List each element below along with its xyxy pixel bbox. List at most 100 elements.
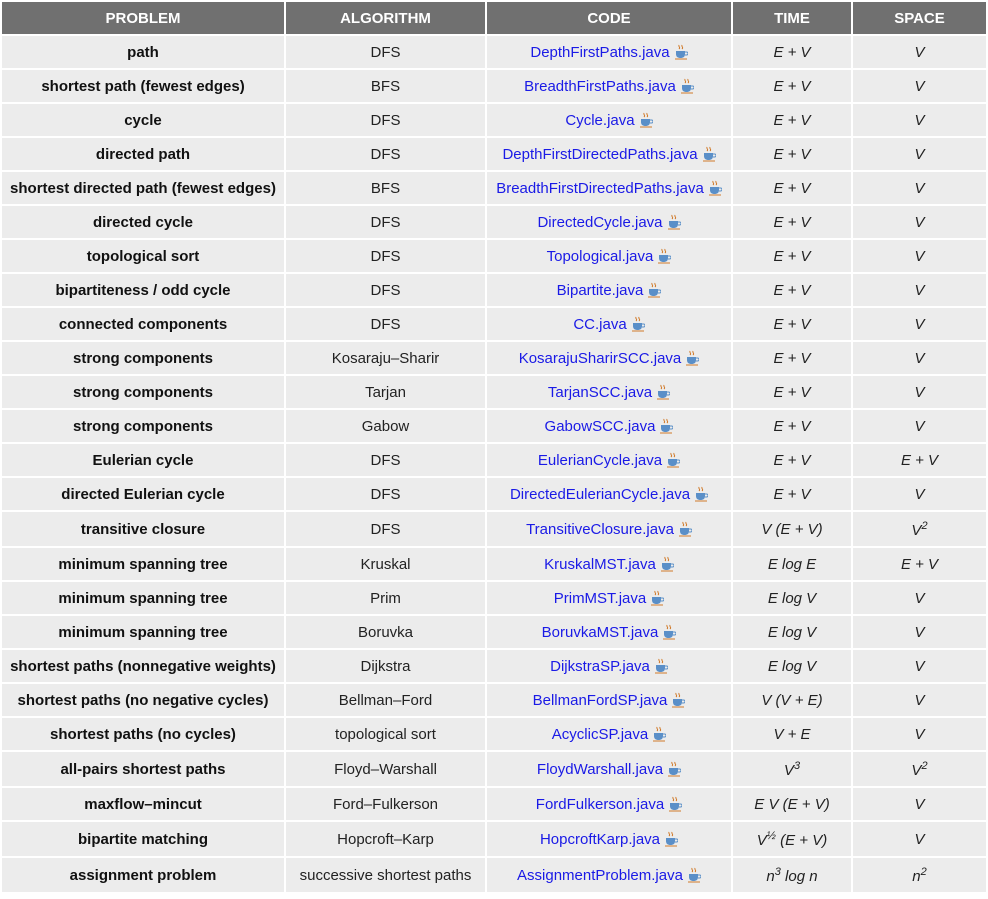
java-coffee-cup-icon[interactable]: [668, 796, 683, 812]
code-link[interactable]: FloydWarshall.java: [537, 761, 663, 778]
java-coffee-cup-icon[interactable]: [678, 521, 693, 537]
java-coffee-cup-icon[interactable]: [702, 146, 716, 162]
java-coffee-cup-icon[interactable]: [654, 658, 669, 674]
code-link[interactable]: BreadthFirstDirectedPaths.java: [496, 180, 704, 197]
space-value: V: [914, 145, 925, 163]
cell-problem: bipartiteness / odd cycle: [2, 274, 284, 306]
cell-problem: strong components: [2, 410, 284, 442]
cell-time: E + V: [733, 274, 851, 306]
java-coffee-cup-icon[interactable]: [650, 590, 665, 606]
java-coffee-cup-icon[interactable]: [639, 112, 654, 128]
java-coffee-cup-icon[interactable]: [631, 316, 646, 332]
code-link[interactable]: DepthFirstPaths.java: [530, 44, 669, 61]
java-coffee-cup-icon[interactable]: [671, 692, 686, 708]
java-coffee-cup-icon[interactable]: [694, 486, 709, 502]
java-coffee-cup-icon[interactable]: [657, 248, 672, 264]
space-value: V: [914, 830, 925, 848]
time-value: E + V: [773, 213, 811, 231]
code-link[interactable]: BoruvkaMST.java: [542, 624, 659, 641]
cell-time: V½ (E + V): [733, 822, 851, 856]
cell-time: E + V: [733, 308, 851, 340]
cell-algorithm: DFS: [286, 138, 485, 170]
code-link[interactable]: PrimMST.java: [554, 590, 647, 607]
code-link[interactable]: AssignmentProblem.java: [517, 867, 683, 884]
java-coffee-cup-icon[interactable]: [652, 726, 667, 742]
cell-time: E + V: [733, 444, 851, 476]
java-coffee-cup-icon[interactable]: [664, 831, 679, 847]
java-coffee-cup-icon[interactable]: [660, 556, 675, 572]
time-value: E log V: [767, 623, 817, 641]
java-coffee-cup-icon[interactable]: [662, 624, 677, 640]
time-rest: (E + V): [775, 831, 828, 849]
code-link[interactable]: KosarajuSharirSCC.java: [519, 350, 682, 367]
cell-code: DepthFirstDirectedPaths.java: [487, 138, 731, 170]
code-link[interactable]: Topological.java: [547, 248, 654, 265]
time-value: E + V: [773, 417, 811, 435]
java-coffee-cup-icon[interactable]: [667, 761, 682, 777]
java-coffee-cup-icon[interactable]: [667, 214, 681, 230]
java-coffee-cup-icon[interactable]: [659, 418, 674, 434]
cell-code: FordFulkerson.java: [487, 788, 731, 820]
java-coffee-cup-icon[interactable]: [680, 78, 695, 94]
cell-time: V (E + V): [733, 512, 851, 546]
java-coffee-cup-icon[interactable]: [656, 384, 671, 400]
cell-space: V: [853, 36, 986, 68]
code-link[interactable]: HopcroftKarp.java: [540, 831, 660, 848]
cell-code: Cycle.java: [487, 104, 731, 136]
code-link[interactable]: EulerianCycle.java: [538, 452, 662, 469]
code-link[interactable]: Cycle.java: [565, 112, 634, 129]
cell-code: CC.java: [487, 308, 731, 340]
cell-space: V: [853, 274, 986, 306]
java-coffee-cup-icon[interactable]: [708, 180, 723, 196]
code-link[interactable]: Bipartite.java: [557, 282, 644, 299]
code-link[interactable]: DijkstraSP.java: [550, 658, 650, 675]
cell-algorithm: Bellman–Ford: [286, 684, 485, 716]
code-link[interactable]: TransitiveClosure.java: [526, 521, 674, 538]
cell-problem: cycle: [2, 104, 284, 136]
cell-algorithm: Kruskal: [286, 548, 485, 580]
cell-time: E log E: [733, 548, 851, 580]
code-link[interactable]: FordFulkerson.java: [536, 796, 664, 813]
java-coffee-cup-icon[interactable]: [647, 282, 662, 298]
code-link[interactable]: DirectedEulerianCycle.java: [510, 486, 690, 503]
cell-space: V2: [853, 752, 986, 786]
space-value: V: [914, 795, 925, 813]
cell-space: V: [853, 718, 986, 750]
code-link[interactable]: DepthFirstDirectedPaths.java: [502, 146, 697, 163]
java-coffee-cup-icon[interactable]: [674, 44, 689, 60]
time-value: n: [766, 867, 775, 885]
java-coffee-cup-icon[interactable]: [666, 452, 681, 468]
cell-code: BreadthFirstDirectedPaths.java: [487, 172, 731, 204]
cell-code: DepthFirstPaths.java: [487, 36, 731, 68]
time-value: E + V: [773, 383, 811, 401]
cell-code: BreadthFirstPaths.java: [487, 70, 731, 102]
time-value: E log E: [767, 555, 817, 573]
time-value: V + E: [773, 725, 811, 743]
code-link[interactable]: CC.java: [573, 316, 626, 333]
java-coffee-cup-icon[interactable]: [685, 350, 700, 366]
cell-problem: shortest paths (nonnegative weights): [2, 650, 284, 682]
java-coffee-cup-icon[interactable]: [687, 867, 702, 883]
code-link[interactable]: GabowSCC.java: [545, 418, 656, 435]
cell-problem: Eulerian cycle: [2, 444, 284, 476]
cell-time: E + V: [733, 104, 851, 136]
time-value: E + V: [773, 179, 811, 197]
space-value: V: [914, 383, 925, 401]
cell-algorithm: BFS: [286, 172, 485, 204]
cell-problem: maxflow–mincut: [2, 788, 284, 820]
table-row: maxflow–mincut Ford–Fulkerson FordFulkerso…: [2, 788, 986, 820]
time-value: V: [783, 761, 794, 779]
code-link[interactable]: BreadthFirstPaths.java: [524, 78, 676, 95]
code-link[interactable]: DirectedCycle.java: [537, 214, 662, 231]
code-link[interactable]: BellmanFordSP.java: [533, 692, 668, 709]
code-link[interactable]: KruskalMST.java: [544, 556, 656, 573]
cell-time: E + V: [733, 36, 851, 68]
cell-space: V: [853, 308, 986, 340]
cell-algorithm: Dijkstra: [286, 650, 485, 682]
code-link[interactable]: TarjanSCC.java: [548, 384, 652, 401]
table-row: cycle DFS Cycle.java E + V V: [2, 104, 986, 136]
table-row: directed path DFS DepthFirstDirectedPaths.…: [2, 138, 986, 170]
space-exponent: 2: [921, 519, 928, 532]
code-link[interactable]: AcyclicSP.java: [552, 726, 648, 743]
header-algorithm: ALGORITHM: [286, 2, 485, 34]
